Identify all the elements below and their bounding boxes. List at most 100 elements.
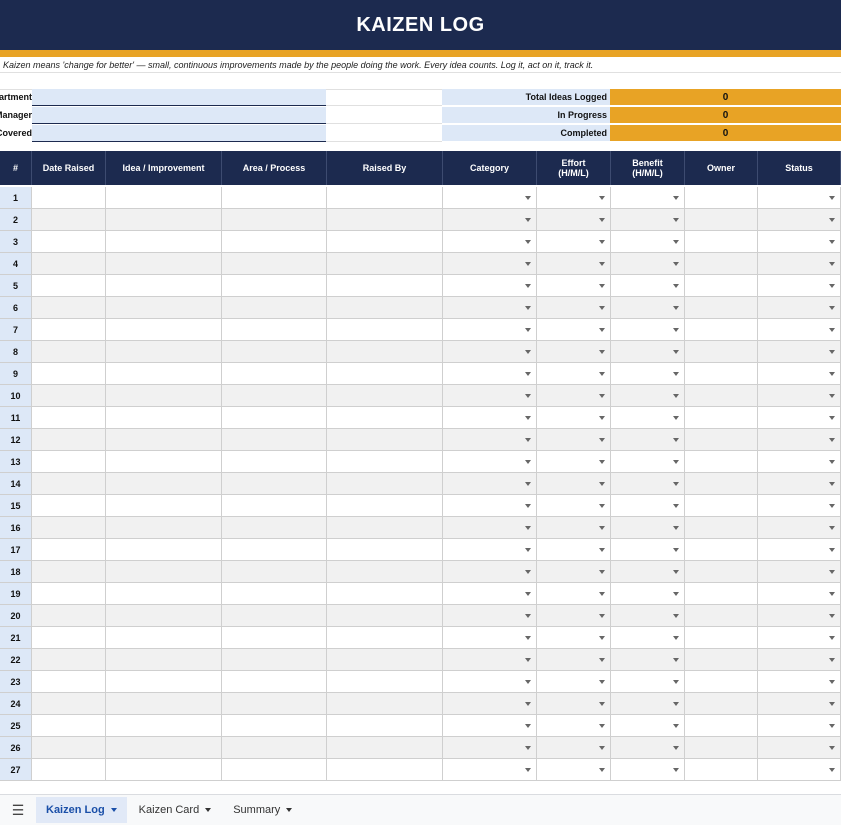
table-cell[interactable] xyxy=(32,473,106,495)
table-cell[interactable] xyxy=(32,671,106,693)
kpi-value[interactable]: 0 xyxy=(610,107,841,124)
table-cell[interactable] xyxy=(222,517,327,539)
dropdown-cell[interactable] xyxy=(611,451,685,473)
table-cell[interactable] xyxy=(327,319,443,341)
dropdown-cell[interactable] xyxy=(537,671,611,693)
dropdown-cell[interactable] xyxy=(537,605,611,627)
table-cell[interactable] xyxy=(106,671,222,693)
dropdown-cell[interactable] xyxy=(758,583,841,605)
column-header[interactable]: Raised By xyxy=(327,151,443,185)
table-cell[interactable] xyxy=(685,363,758,385)
table-cell[interactable] xyxy=(106,341,222,363)
dropdown-cell[interactable] xyxy=(537,539,611,561)
table-cell[interactable] xyxy=(106,539,222,561)
dropdown-cell[interactable] xyxy=(443,451,537,473)
dropdown-cell[interactable] xyxy=(611,561,685,583)
kpi-value[interactable]: 0 xyxy=(610,89,841,106)
table-cell[interactable] xyxy=(685,517,758,539)
table-cell[interactable] xyxy=(685,759,758,781)
dropdown-cell[interactable] xyxy=(443,649,537,671)
table-cell[interactable] xyxy=(222,715,327,737)
info-input-field[interactable] xyxy=(32,89,326,106)
dropdown-cell[interactable] xyxy=(443,605,537,627)
table-cell[interactable] xyxy=(222,253,327,275)
dropdown-cell[interactable] xyxy=(443,429,537,451)
table-cell[interactable] xyxy=(222,297,327,319)
dropdown-cell[interactable] xyxy=(758,319,841,341)
table-cell[interactable] xyxy=(32,583,106,605)
table-cell[interactable] xyxy=(327,385,443,407)
table-cell[interactable] xyxy=(32,627,106,649)
dropdown-cell[interactable] xyxy=(611,341,685,363)
dropdown-cell[interactable] xyxy=(443,671,537,693)
dropdown-cell[interactable] xyxy=(611,473,685,495)
dropdown-cell[interactable] xyxy=(611,693,685,715)
dropdown-cell[interactable] xyxy=(443,759,537,781)
table-cell[interactable] xyxy=(327,649,443,671)
table-cell[interactable] xyxy=(327,495,443,517)
dropdown-cell[interactable] xyxy=(443,495,537,517)
table-cell[interactable] xyxy=(222,187,327,209)
table-cell[interactable] xyxy=(32,451,106,473)
table-cell[interactable] xyxy=(685,649,758,671)
table-cell[interactable] xyxy=(685,737,758,759)
table-cell[interactable] xyxy=(32,407,106,429)
dropdown-cell[interactable] xyxy=(443,517,537,539)
table-cell[interactable] xyxy=(106,693,222,715)
info-input-field[interactable] xyxy=(32,125,326,142)
dropdown-cell[interactable] xyxy=(611,649,685,671)
table-cell[interactable] xyxy=(327,275,443,297)
table-cell[interactable] xyxy=(327,363,443,385)
dropdown-cell[interactable] xyxy=(537,231,611,253)
dropdown-cell[interactable] xyxy=(537,495,611,517)
table-cell[interactable] xyxy=(32,341,106,363)
table-cell[interactable] xyxy=(222,451,327,473)
table-cell[interactable] xyxy=(685,715,758,737)
table-cell[interactable] xyxy=(685,693,758,715)
dropdown-cell[interactable] xyxy=(758,187,841,209)
table-cell[interactable] xyxy=(32,319,106,341)
table-cell[interactable] xyxy=(32,539,106,561)
table-cell[interactable] xyxy=(32,759,106,781)
table-cell[interactable] xyxy=(222,649,327,671)
dropdown-cell[interactable] xyxy=(611,737,685,759)
table-cell[interactable] xyxy=(327,473,443,495)
table-cell[interactable] xyxy=(327,231,443,253)
table-cell[interactable] xyxy=(106,759,222,781)
table-cell[interactable] xyxy=(106,627,222,649)
dropdown-cell[interactable] xyxy=(758,429,841,451)
dropdown-cell[interactable] xyxy=(758,539,841,561)
column-header[interactable]: # xyxy=(0,151,32,185)
dropdown-cell[interactable] xyxy=(443,297,537,319)
dropdown-cell[interactable] xyxy=(537,451,611,473)
dropdown-cell[interactable] xyxy=(443,253,537,275)
table-cell[interactable] xyxy=(32,209,106,231)
table-cell[interactable] xyxy=(327,539,443,561)
dropdown-cell[interactable] xyxy=(758,517,841,539)
table-cell[interactable] xyxy=(106,715,222,737)
table-cell[interactable] xyxy=(106,473,222,495)
table-cell[interactable] xyxy=(685,187,758,209)
kpi-value[interactable]: 0 xyxy=(610,125,841,142)
dropdown-cell[interactable] xyxy=(443,539,537,561)
dropdown-cell[interactable] xyxy=(758,341,841,363)
dropdown-cell[interactable] xyxy=(537,759,611,781)
dropdown-cell[interactable] xyxy=(537,737,611,759)
dropdown-cell[interactable] xyxy=(537,319,611,341)
column-header[interactable]: Idea / Improvement xyxy=(106,151,222,185)
dropdown-cell[interactable] xyxy=(611,209,685,231)
table-cell[interactable] xyxy=(32,297,106,319)
chevron-down-icon[interactable] xyxy=(205,808,212,812)
info-spacer-cell[interactable] xyxy=(326,125,442,142)
dropdown-cell[interactable] xyxy=(758,649,841,671)
table-cell[interactable] xyxy=(106,407,222,429)
table-cell[interactable] xyxy=(222,385,327,407)
dropdown-cell[interactable] xyxy=(537,561,611,583)
dropdown-cell[interactable] xyxy=(611,715,685,737)
table-cell[interactable] xyxy=(685,385,758,407)
sheet-tab[interactable]: Kaizen Card xyxy=(129,797,222,823)
dropdown-cell[interactable] xyxy=(758,209,841,231)
table-cell[interactable] xyxy=(106,385,222,407)
table-cell[interactable] xyxy=(222,407,327,429)
table-cell[interactable] xyxy=(222,737,327,759)
